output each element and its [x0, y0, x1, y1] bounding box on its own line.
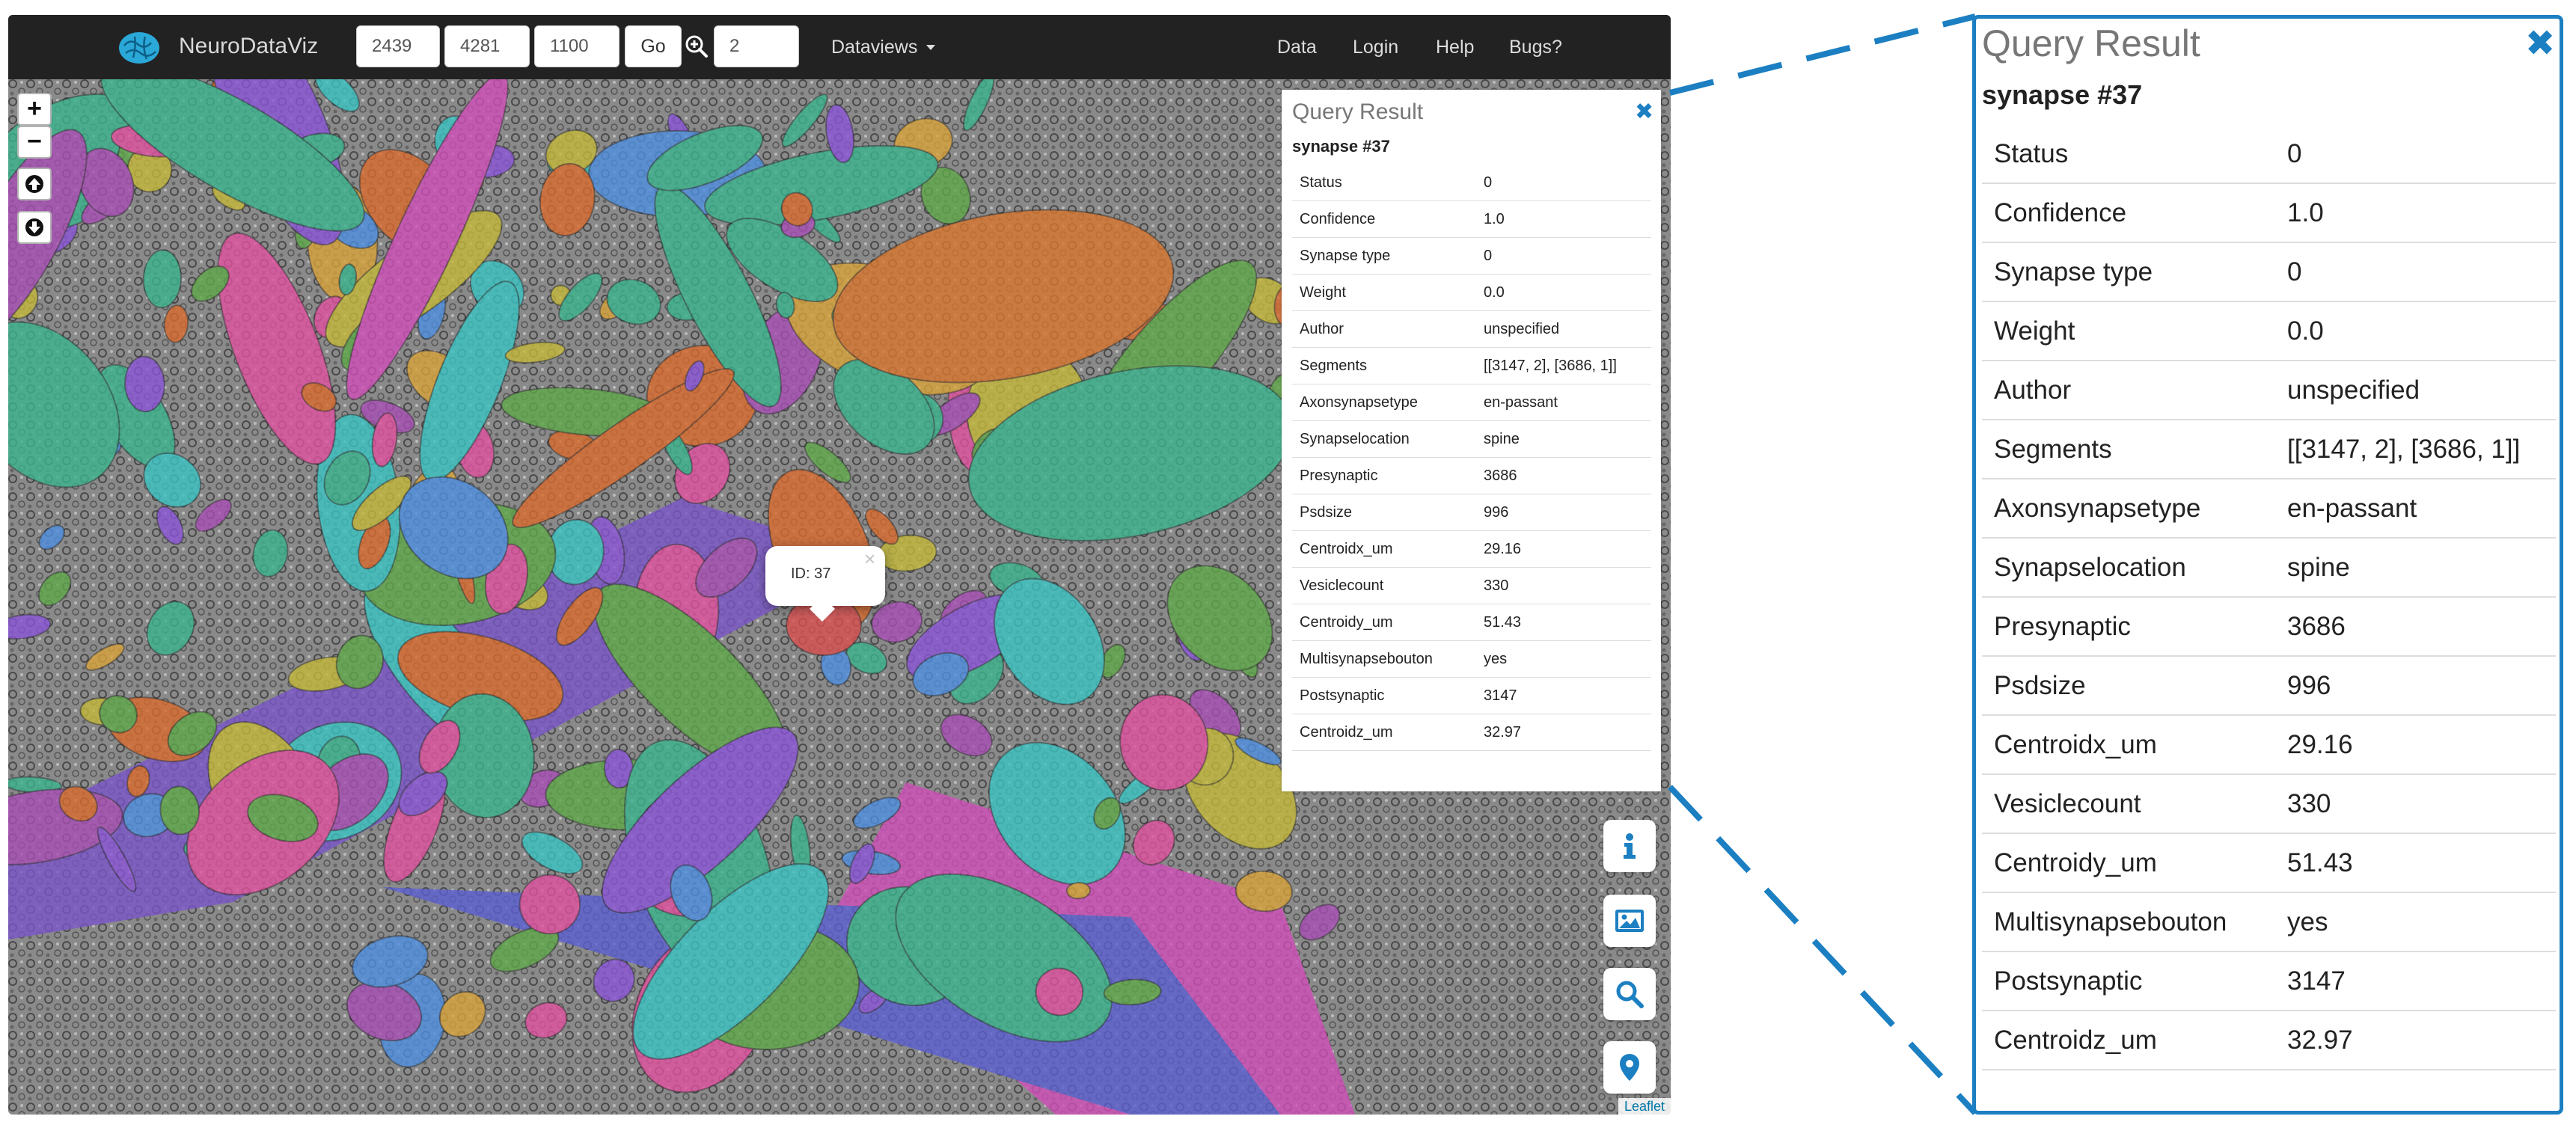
zoom-result-key: Centroidy_um — [1982, 833, 2275, 893]
zoom-result-value: 996 — [2275, 656, 2556, 716]
zoom-result-row: Multisynapsebouton yes — [1982, 892, 2556, 952]
zoom-result-value: 3147 — [2275, 951, 2556, 1011]
dataviews-menu[interactable]: Dataviews — [831, 33, 936, 61]
zoom-result-value: 29.16 — [2275, 715, 2556, 775]
zoom-result-row: Centroidy_um 51.43 — [1982, 833, 2556, 893]
zoom-result-row: Postsynaptic 3147 — [1982, 951, 2556, 1011]
caret-down-icon — [926, 45, 936, 51]
go-button[interactable]: Go — [625, 25, 682, 67]
zoom-result-key: Weight — [1982, 301, 2275, 361]
zoom-result-key: Synapse type — [1982, 242, 2275, 302]
zoom-result-row: Segments [[3147, 2], [3686, 1]] — [1982, 420, 2556, 479]
zoom-result-key: Status — [1982, 125, 2275, 184]
coord-x-input[interactable]: 2439 — [356, 25, 440, 67]
zoom-result-key: Postsynaptic — [1982, 951, 2275, 1011]
zoom-result-key: Segments — [1982, 420, 2275, 479]
dataviews-label: Dataviews — [831, 37, 918, 58]
zoom-result-key: Psdsize — [1982, 656, 2275, 716]
zoom-result-row: Author unspecified — [1982, 361, 2556, 420]
zoom-result-row: Status 0 — [1982, 125, 2556, 184]
zoom-result-row: Axonsynapsetype en-passant — [1982, 479, 2556, 539]
zoom-result-key: Confidence — [1982, 183, 2275, 243]
zoom-result-row: Psdsize 996 — [1982, 656, 2556, 716]
zoom-result-row: Centroidx_um 29.16 — [1982, 715, 2556, 775]
navbar: NeuroDataViz 2439 4281 1100 Go 2 Datavie… — [8, 15, 1671, 79]
query-result-zoom-panel: Query Result ✖ synapse #37 Status 0 Confid… — [1972, 15, 2563, 1115]
zoom-result-key: Author — [1982, 361, 2275, 420]
coord-z-input[interactable]: 1100 — [534, 25, 619, 67]
zoom-query-result-title: Query Result — [1982, 22, 2200, 64]
nav-link-data[interactable]: Data — [1277, 33, 1317, 61]
zoom-result-value: 330 — [2275, 774, 2556, 834]
zoom-result-key: Centroidz_um — [1982, 1011, 2275, 1070]
brand-name[interactable]: NeuroDataViz — [179, 31, 318, 61]
zoom-result-key: Presynaptic — [1982, 597, 2275, 657]
zoom-result-key: Axonsynapsetype — [1982, 479, 2275, 539]
nav-link-login[interactable]: Login — [1353, 33, 1398, 61]
zoom-close-icon[interactable]: ✖ — [2525, 22, 2555, 67]
coord-y-input[interactable]: 4281 — [444, 25, 530, 67]
zoom-result-row: Confidence 1.0 — [1982, 183, 2556, 243]
zoom-query-result-subtitle: synapse #37 — [1982, 79, 2143, 110]
zoom-result-value: 0 — [2275, 242, 2556, 302]
zoom-result-value: 51.43 — [2275, 833, 2556, 893]
zoom-in-icon — [685, 35, 708, 58]
zoom-query-result-table: Status 0 Confidence 1.0 Synapse type 0 Weight 0… — [1982, 125, 2556, 1070]
zoom-result-key: Synapselocation — [1982, 538, 2275, 598]
zoom-result-row: Synapselocation spine — [1982, 538, 2556, 598]
zoom-result-key: Multisynapsebouton — [1982, 892, 2275, 952]
zoom-result-value: [[3147, 2], [3686, 1]] — [2275, 420, 2556, 479]
zoom-result-key: Vesiclecount — [1982, 774, 2275, 834]
zoom-result-value: yes — [2275, 892, 2556, 952]
zoom-result-value: 0.0 — [2275, 301, 2556, 361]
zoom-result-value: 3686 — [2275, 597, 2556, 657]
zoom-result-row: Presynaptic 3686 — [1982, 597, 2556, 657]
zoom-result-value: 32.97 — [2275, 1011, 2556, 1070]
nav-link-bugs[interactable]: Bugs? — [1509, 33, 1562, 61]
zoom-result-row: Weight 0.0 — [1982, 301, 2556, 361]
zoom-result-value: 1.0 — [2275, 183, 2556, 243]
zoom-result-row: Vesiclecount 330 — [1982, 774, 2556, 834]
zoom-result-value: spine — [2275, 538, 2556, 598]
brain-logo-icon[interactable] — [117, 29, 162, 67]
nav-link-help[interactable]: Help — [1436, 33, 1474, 61]
zoom-result-key: Centroidx_um — [1982, 715, 2275, 775]
zoom-result-value: 0 — [2275, 125, 2556, 184]
zoom-result-value: en-passant — [2275, 479, 2556, 539]
zoom-result-row: Centroidz_um 32.97 — [1982, 1011, 2556, 1070]
zoom-result-row: Synapse type 0 — [1982, 242, 2556, 302]
zoom-result-value: unspecified — [2275, 361, 2556, 420]
zoom-level-input[interactable]: 2 — [714, 25, 799, 67]
